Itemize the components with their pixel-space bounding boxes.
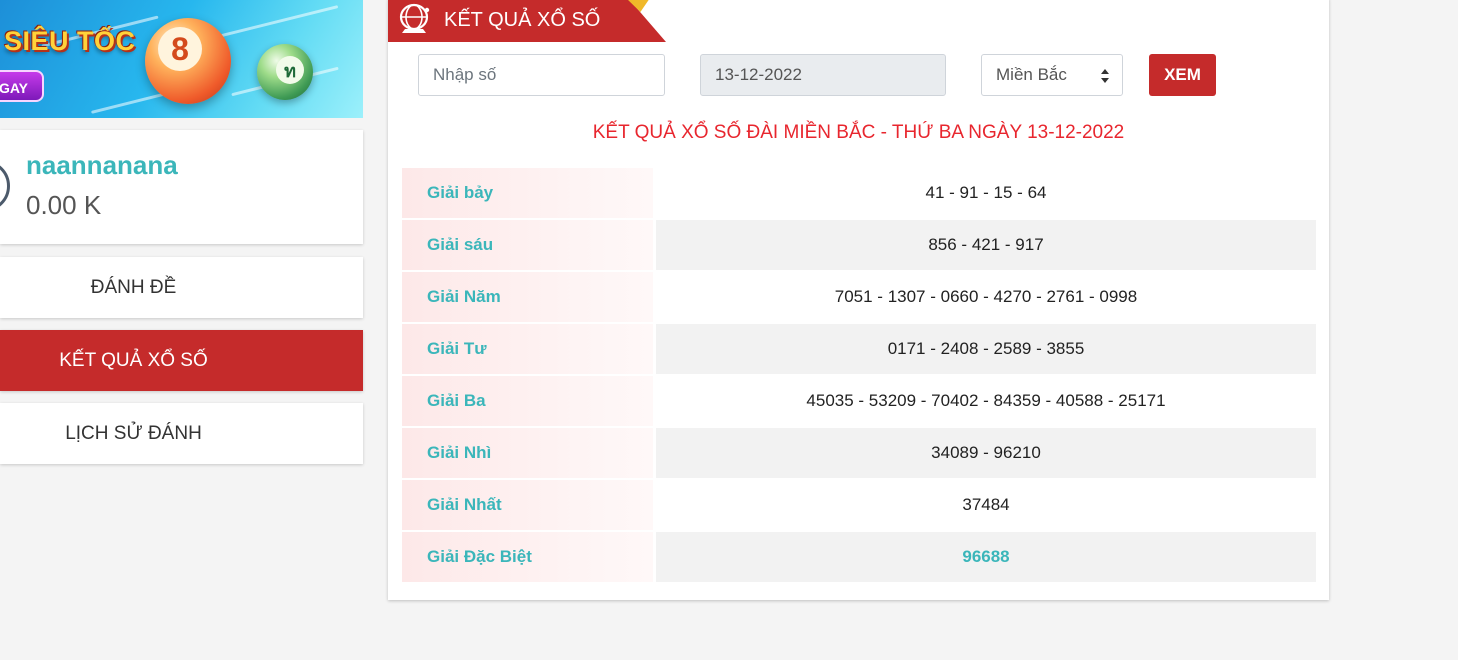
panel-title-ribbon: KẾT QUẢ XỔ SỐ <box>388 0 666 42</box>
promo-banner[interactable]: SIÊU TỐC GAY 8 ท <box>0 0 363 118</box>
prize-numbers: 0171 - 2408 - 2589 - 3855 <box>656 324 1316 376</box>
username: naannanana <box>26 150 178 180</box>
result-heading: KẾT QUẢ XỔ SỐ ĐÀI MIỀN BẮC - THỨ BA NGÀY… <box>592 122 1125 143</box>
prize-numbers: 37484 <box>656 480 1316 532</box>
prize-label: Giải Nhì <box>402 428 656 480</box>
ball-number: ท <box>276 56 304 84</box>
table-row: Giải Đặc Biệt 96688 <box>402 532 1316 584</box>
banner-play-button[interactable]: GAY <box>0 70 44 102</box>
prize-numbers: 34089 - 96210 <box>656 428 1316 480</box>
banner-title: SIÊU TỐC <box>4 26 136 56</box>
prize-numbers: 41 - 91 - 15 - 64 <box>656 168 1316 220</box>
user-card: naannanana 0.00 K <box>0 130 363 244</box>
user-balance: 0.00 K <box>26 190 102 220</box>
results-panel: KẾT QUẢ XỔ SỐ 13-12-2022 Miền Bắc XEM KẾ… <box>388 0 1329 600</box>
prize-label: Giải Tư <box>402 324 656 376</box>
sort-caret-icon <box>1101 69 1109 83</box>
prize-label: Giải Đặc Biệt <box>402 532 656 584</box>
table-row: Giải sáu 856 - 421 - 917 <box>402 220 1316 272</box>
table-row: Giải Ba 45035 - 53209 - 70402 - 84359 - … <box>402 376 1316 428</box>
sidebar-item-ket-qua-xo-so[interactable]: KẾT QUẢ XỔ SỐ <box>0 330 363 391</box>
prize-label: Giải sáu <box>402 220 656 272</box>
region-select-value: Miền Bắc <box>996 65 1067 84</box>
prize-label: Giải Nhất <box>402 480 656 532</box>
region-select[interactable]: Miền Bắc <box>981 54 1123 96</box>
panel-title: KẾT QUẢ XỔ SỐ <box>444 9 601 31</box>
prize-numbers: 45035 - 53209 - 70402 - 84359 - 40588 - … <box>656 376 1316 428</box>
avatar <box>0 160 10 212</box>
table-row: Giải bảy 41 - 91 - 15 - 64 <box>402 168 1316 220</box>
table-row: Giải Tư 0171 - 2408 - 2589 - 3855 <box>402 324 1316 376</box>
view-button[interactable]: XEM <box>1149 54 1216 96</box>
sidebar-item-lich-su-danh[interactable]: LỊCH SỬ ĐÁNH <box>0 403 363 464</box>
number-search-input[interactable] <box>418 54 665 96</box>
prize-numbers: 7051 - 1307 - 0660 - 4270 - 2761 - 0998 <box>656 272 1316 324</box>
sidebar-item-danh-de[interactable]: ĐÁNH ĐỀ <box>0 257 363 318</box>
lottery-cage-icon <box>399 3 430 33</box>
ball-number: 8 <box>158 27 202 71</box>
results-table: Giải bảy 41 - 91 - 15 - 64 Giải sáu 856 … <box>402 168 1316 584</box>
prize-label: Giải Ba <box>402 376 656 428</box>
prize-numbers: 856 - 421 - 917 <box>656 220 1316 272</box>
lottery-ball-orange-icon: 8 <box>145 18 231 104</box>
table-row: Giải Nhì 34089 - 96210 <box>402 428 1316 480</box>
table-row: Giải Năm 7051 - 1307 - 0660 - 4270 - 276… <box>402 272 1316 324</box>
prize-label: Giải bảy <box>402 168 656 220</box>
date-field[interactable]: 13-12-2022 <box>700 54 946 96</box>
prize-label: Giải Năm <box>402 272 656 324</box>
special-prize-numbers: 96688 <box>656 532 1316 584</box>
lottery-ball-green-icon: ท <box>257 44 313 100</box>
table-row: Giải Nhất 37484 <box>402 480 1316 532</box>
